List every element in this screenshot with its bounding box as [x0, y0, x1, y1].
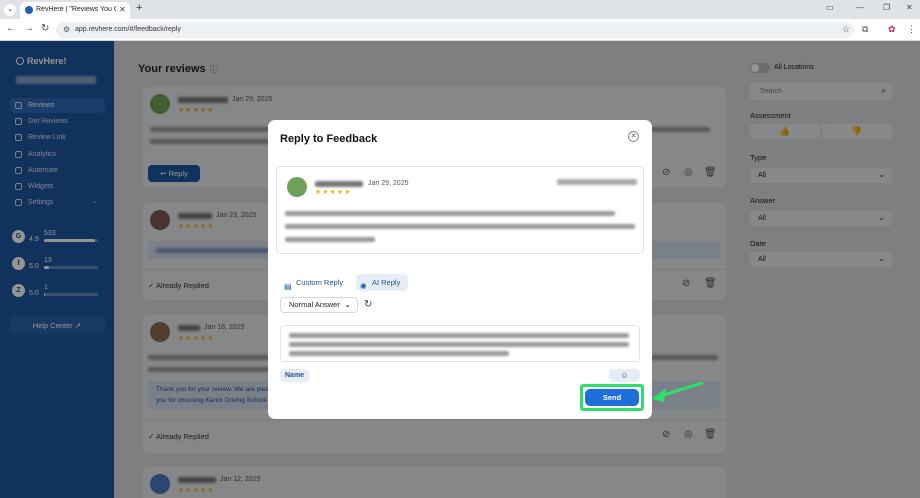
close-window-icon[interactable]: ✕ [906, 3, 913, 12]
document-icon: ▤ [284, 282, 292, 291]
reply-text-blurred [289, 342, 629, 347]
browser-tabstrip: ⌄ RevHere | "Reviews You Can Tr... ✕ + ▭… [0, 0, 920, 19]
url-input[interactable]: ⚙ app.revhere.com/#/feedback/reply ☆ [56, 22, 854, 38]
regenerate-icon[interactable]: ↻ [364, 299, 372, 310]
maximize-icon[interactable]: ❐ [883, 3, 890, 12]
extensions-icon[interactable]: ⧉ [862, 24, 868, 35]
close-icon[interactable]: ✕ [628, 131, 639, 142]
review-text-blurred [285, 211, 615, 216]
reload-icon[interactable]: ↻ [41, 23, 49, 34]
location-blurred [557, 179, 637, 185]
reply-textarea[interactable] [280, 325, 640, 362]
url-text: app.revhere.com/#/feedback/reply [75, 26, 181, 33]
tone-select[interactable]: Normal Answer ⌄ [280, 297, 358, 313]
address-bar-row: ← → ↻ ⚙ app.revhere.com/#/feedback/reply… [0, 19, 920, 41]
send-highlight: Send [580, 384, 644, 411]
reply-text-blurred [289, 333, 629, 338]
profile-icon[interactable]: ✿ [888, 24, 896, 35]
reviewer-name-blurred [315, 181, 363, 187]
reply-modal: Reply to Feedback ✕ Jan 29, 2025 ★★★★★ ▤… [268, 120, 652, 419]
send-button[interactable]: Send [585, 389, 639, 406]
site-info-icon[interactable]: ⚙ [63, 25, 70, 34]
review-text-blurred [285, 237, 375, 242]
close-tab-icon[interactable]: ✕ [119, 5, 126, 14]
forward-icon[interactable]: → [24, 23, 34, 34]
review-preview: Jan 29, 2025 ★★★★★ [276, 166, 644, 254]
tab-title: RevHere | "Reviews You Can Tr... [36, 6, 116, 13]
browser-tab[interactable]: RevHere | "Reviews You Can Tr... ✕ [20, 2, 130, 19]
emoji-icon[interactable]: ☺ [609, 369, 640, 382]
modal-title: Reply to Feedback [280, 133, 378, 145]
revhere-favicon-icon [25, 6, 33, 14]
new-tab-icon[interactable]: + [136, 2, 142, 14]
annotation-arrow-icon [652, 381, 704, 402]
review-date: Jan 29, 2025 [368, 180, 409, 187]
avatar [287, 177, 307, 197]
reply-text-blurred [289, 351, 509, 356]
ai-icon: ✺ [360, 282, 367, 291]
menu-icon[interactable]: ⋮ [907, 24, 916, 35]
minimize-icon[interactable]: — [856, 3, 864, 12]
chevron-down-icon: ⌄ [344, 300, 351, 309]
review-text-blurred [285, 224, 635, 229]
account-icon[interactable]: ▭ [826, 3, 834, 12]
bookmark-star-icon[interactable]: ☆ [842, 24, 850, 35]
tab-custom-reply[interactable]: ▤ Custom Reply [280, 274, 343, 291]
tab-search-chevron-icon[interactable]: ⌄ [4, 4, 16, 16]
review-stars: ★★★★★ [315, 189, 352, 196]
name-variable-button[interactable]: Name [280, 369, 310, 382]
back-icon[interactable]: ← [6, 23, 16, 34]
tab-ai-reply[interactable]: ✺ AI Reply [356, 274, 409, 291]
